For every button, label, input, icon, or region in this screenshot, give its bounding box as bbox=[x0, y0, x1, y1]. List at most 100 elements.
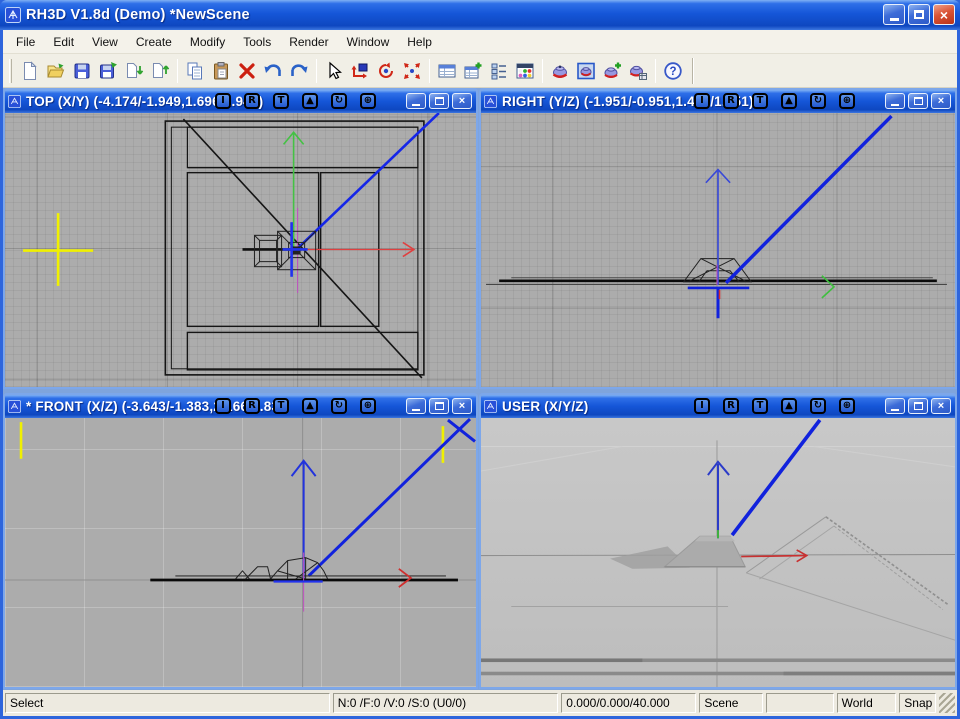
rotate-button[interactable] bbox=[373, 58, 399, 84]
vp-button-t[interactable]: T bbox=[752, 398, 768, 414]
export-button[interactable] bbox=[147, 58, 173, 84]
vp-button-t[interactable]: T bbox=[273, 398, 289, 414]
vp-button-triangle[interactable]: ▲ bbox=[302, 93, 318, 109]
menu-modify[interactable]: Modify bbox=[181, 32, 234, 52]
vp-button-r[interactable]: R bbox=[723, 398, 739, 414]
vp-rotate-button[interactable]: ↻ bbox=[331, 398, 347, 414]
open-button[interactable] bbox=[43, 58, 69, 84]
material-list-button[interactable] bbox=[434, 58, 460, 84]
viewport-user[interactable]: USER (X/Y/Z) I R T ▲ ↻ ⊕ × bbox=[479, 393, 957, 689]
viewport-minimize-button[interactable] bbox=[406, 93, 426, 109]
toolbar-grip[interactable] bbox=[9, 59, 12, 83]
viewport-right-titlebar[interactable]: RIGHT (Y/Z) (-1.951/-0.951,1.497/1.951).… bbox=[481, 90, 955, 113]
viewport-close-button[interactable]: × bbox=[452, 93, 472, 109]
vp-pan-button[interactable]: ⊕ bbox=[839, 398, 855, 414]
vp-button-triangle[interactable]: ▲ bbox=[781, 398, 797, 414]
viewport-minimize-button[interactable] bbox=[885, 93, 905, 109]
vp-pan-button[interactable]: ⊕ bbox=[839, 93, 855, 109]
statusbar: Select N:0 /F:0 /V:0 /S:0 (U0/0) 0.000/0… bbox=[3, 690, 957, 716]
vp-rotate-button[interactable]: ↻ bbox=[810, 398, 826, 414]
save-as-button[interactable] bbox=[95, 58, 121, 84]
undo-arrow-icon bbox=[263, 61, 283, 81]
material-add-button[interactable] bbox=[460, 58, 486, 84]
viewport-maximize-button[interactable] bbox=[429, 93, 449, 109]
vp-rotate-button[interactable]: ↻ bbox=[331, 93, 347, 109]
viewport-toolbar: I R T ▲ ↻ ⊕ bbox=[694, 93, 855, 109]
render-scene-button[interactable] bbox=[547, 58, 573, 84]
vp-rotate-button[interactable]: ↻ bbox=[810, 93, 826, 109]
undo-button[interactable] bbox=[260, 58, 286, 84]
toolbar-separator bbox=[316, 59, 317, 83]
object-list-button[interactable] bbox=[486, 58, 512, 84]
vp-button-i[interactable]: I bbox=[215, 93, 231, 109]
viewport-close-button[interactable]: × bbox=[931, 93, 951, 109]
viewport-minimize-button[interactable] bbox=[406, 398, 426, 414]
redo-button[interactable] bbox=[286, 58, 312, 84]
viewport-close-button[interactable]: × bbox=[931, 398, 951, 414]
close-button[interactable]: × bbox=[933, 4, 955, 25]
viewport-front-titlebar[interactable]: * FRONT (X/Z) (-3.643/-1.383,2.166/1.83.… bbox=[5, 395, 476, 418]
select-button[interactable] bbox=[321, 58, 347, 84]
viewport-top[interactable]: TOP (X/Y) (-4.174/-1.949,1.696/1.949) I … bbox=[3, 88, 478, 389]
viewport-minimize-button[interactable] bbox=[885, 398, 905, 414]
menu-view[interactable]: View bbox=[83, 32, 127, 52]
vp-button-t[interactable]: T bbox=[273, 93, 289, 109]
render-settings-button[interactable] bbox=[625, 58, 651, 84]
vp-button-i[interactable]: I bbox=[694, 93, 710, 109]
paste-button[interactable] bbox=[208, 58, 234, 84]
viewport-maximize-button[interactable] bbox=[429, 398, 449, 414]
render-add-button[interactable] bbox=[599, 58, 625, 84]
light-ray-line bbox=[309, 419, 470, 576]
viewport-maximize-button[interactable] bbox=[908, 93, 928, 109]
viewport-close-button[interactable]: × bbox=[452, 398, 472, 414]
menu-help[interactable]: Help bbox=[398, 32, 441, 52]
scale-button[interactable] bbox=[399, 58, 425, 84]
render-settings-icon bbox=[628, 61, 648, 81]
menu-tools[interactable]: Tools bbox=[234, 32, 280, 52]
vp-button-t[interactable]: T bbox=[752, 93, 768, 109]
vp-pan-button[interactable]: ⊕ bbox=[360, 398, 376, 414]
viewport-maximize-button[interactable] bbox=[908, 398, 928, 414]
menu-render[interactable]: Render bbox=[280, 32, 337, 52]
resize-grip[interactable] bbox=[939, 693, 955, 713]
save-button[interactable] bbox=[69, 58, 95, 84]
vp-button-triangle[interactable]: ▲ bbox=[302, 398, 318, 414]
vp-button-i[interactable]: I bbox=[694, 398, 710, 414]
menu-edit[interactable]: Edit bbox=[44, 32, 83, 52]
move-button[interactable] bbox=[347, 58, 373, 84]
vp-button-triangle[interactable]: ▲ bbox=[781, 93, 797, 109]
viewport-user-canvas[interactable] bbox=[481, 418, 955, 687]
status-scene: Scene bbox=[699, 693, 763, 713]
new-button[interactable] bbox=[17, 58, 43, 84]
status-snap: Snap bbox=[899, 693, 936, 713]
viewport-front[interactable]: * FRONT (X/Z) (-3.643/-1.383,2.166/1.83.… bbox=[3, 393, 478, 689]
minimize-button[interactable] bbox=[883, 4, 905, 25]
viewport-top-canvas[interactable] bbox=[5, 113, 476, 387]
viewport-top-titlebar[interactable]: TOP (X/Y) (-4.174/-1.949,1.696/1.949) I … bbox=[5, 90, 476, 113]
menu-file[interactable]: File bbox=[7, 32, 44, 52]
viewport-right[interactable]: RIGHT (Y/Z) (-1.951/-0.951,1.497/1.951).… bbox=[479, 88, 957, 389]
menu-window[interactable]: Window bbox=[338, 32, 399, 52]
viewport-user-titlebar[interactable]: USER (X/Y/Z) I R T ▲ ↻ ⊕ × bbox=[481, 395, 955, 418]
render-window-button[interactable] bbox=[573, 58, 599, 84]
color-palette-button[interactable] bbox=[512, 58, 538, 84]
workspace: TOP (X/Y) (-4.174/-1.949,1.696/1.949) I … bbox=[3, 88, 957, 690]
import-button[interactable] bbox=[121, 58, 147, 84]
move-icon bbox=[350, 61, 370, 81]
titlebar[interactable]: RH3D V1.8d (Demo) *NewScene × bbox=[0, 0, 960, 30]
vp-button-r[interactable]: R bbox=[244, 93, 260, 109]
viewport-right-canvas[interactable] bbox=[481, 113, 955, 387]
maximize-button[interactable] bbox=[908, 4, 930, 25]
vp-button-r[interactable]: R bbox=[723, 93, 739, 109]
vp-pan-button[interactable]: ⊕ bbox=[360, 93, 376, 109]
viewport-toolbar: I R T ▲ ↻ ⊕ bbox=[694, 398, 855, 414]
help-button[interactable]: ? bbox=[660, 58, 686, 84]
menu-create[interactable]: Create bbox=[127, 32, 181, 52]
vp-button-r[interactable]: R bbox=[244, 398, 260, 414]
vp-button-i[interactable]: I bbox=[215, 398, 231, 414]
delete-button[interactable] bbox=[234, 58, 260, 84]
object-list-icon bbox=[489, 61, 509, 81]
copy-button[interactable] bbox=[182, 58, 208, 84]
viewport-front-canvas[interactable] bbox=[5, 418, 476, 687]
viewport-icon bbox=[8, 95, 21, 108]
